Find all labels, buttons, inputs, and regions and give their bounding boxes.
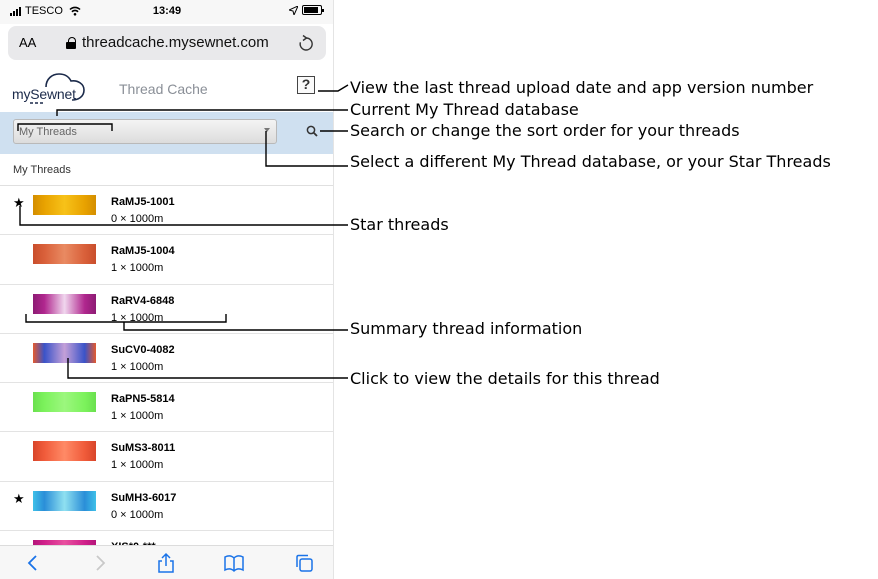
thread-swatch[interactable]: [33, 392, 96, 413]
battery-icon: [302, 5, 324, 15]
mysewnet-logo: mySewnet: [8, 70, 96, 106]
lock-icon: [66, 36, 76, 49]
thread-swatch[interactable]: [33, 342, 96, 363]
thread-swatch[interactable]: [33, 490, 96, 511]
thread-code: RaRV4-6848: [111, 294, 175, 307]
text-size-button[interactable]: AA: [19, 35, 36, 50]
thread-summary: 1 × 1000m: [111, 262, 164, 275]
page-title: Thread Cache: [119, 81, 208, 97]
thread-row[interactable]: RaMJ5-1004 1 × 1000m: [0, 235, 333, 285]
database-bar: My Threads: [0, 112, 333, 154]
thread-summary: 0 × 1000m: [111, 213, 164, 225]
thread-row[interactable]: ★ SuMH3-6017 0 × 1000m: [0, 482, 333, 532]
star-icon[interactable]: ★: [13, 195, 25, 211]
database-select[interactable]: My Threads: [13, 119, 277, 144]
thread-row[interactable]: RaRV4-6848 1 × 1000m: [0, 285, 333, 334]
back-chevron-icon[interactable]: [22, 552, 44, 574]
thread-row[interactable]: ★ RaMJ5-1001 0 × 1000m: [0, 186, 333, 236]
callout-summary-info: Summary thread information: [350, 319, 583, 338]
thread-code: SuMH3-6017: [111, 491, 177, 504]
callout-current-db: Current My Thread database: [350, 100, 579, 119]
forward-chevron-icon[interactable]: [89, 552, 111, 574]
thread-summary: 0 × 1000m: [111, 508, 164, 521]
star-icon[interactable]: ★: [13, 491, 25, 507]
thread-swatch[interactable]: [33, 244, 96, 265]
thread-summary: 1 × 1000m: [111, 459, 164, 472]
thread-summary: 1 × 1000m: [111, 311, 164, 324]
url-text: threadcache.mysewnet.com: [82, 34, 269, 51]
thread-code: RaMJ5-1004: [111, 245, 175, 258]
database-select-value: My Threads: [19, 126, 77, 138]
thread-summary: 1 × 1000m: [111, 360, 164, 373]
chevron-down-icon: [264, 128, 270, 132]
thread-list: ★ RaMJ5-1001 0 × 1000m RaMJ5-1004 1 × 1000m R…: [0, 186, 333, 561]
thread-code: SuCV0-4082: [111, 343, 175, 356]
thread-swatch[interactable]: [33, 293, 96, 314]
bookmarks-icon[interactable]: [223, 552, 245, 574]
tabs-icon[interactable]: [293, 552, 315, 574]
location-arrow-icon: [289, 5, 298, 15]
share-icon[interactable]: [155, 552, 177, 574]
thread-row[interactable]: SuCV0-4082 1 × 1000m: [0, 334, 333, 384]
reload-icon[interactable]: [298, 34, 314, 52]
callout-thread-details: Click to view the details for this threa…: [350, 369, 660, 388]
logo-text: mySewnet: [12, 86, 76, 102]
thread-swatch[interactable]: [33, 195, 96, 215]
thread-swatch[interactable]: [33, 441, 96, 462]
address-bar[interactable]: AA threadcache.mysewnet.com: [8, 26, 326, 60]
callout-help-info: View the last thread upload date and app…: [350, 78, 814, 97]
url-field[interactable]: threadcache.mysewnet.com: [66, 34, 269, 51]
callout-star-threads: Star threads: [350, 215, 449, 234]
browser-toolbar: [0, 545, 333, 579]
thread-code: RaMJ5-1001: [111, 196, 175, 208]
status-right: [289, 5, 324, 15]
phone-screen: TESCO 13:49 AA threadcache.mysewnet.com: [0, 0, 334, 579]
help-icon[interactable]: ?: [297, 76, 315, 94]
thread-row[interactable]: RaPN5-5814 1 × 1000m: [0, 383, 333, 433]
thread-summary: 1 × 1000m: [111, 410, 164, 423]
status-bar: TESCO 13:49: [0, 0, 333, 24]
callout-search: Search or change the sort order for your…: [350, 121, 740, 140]
list-header: My Threads: [0, 154, 333, 186]
callout-select-db: Select a different My Thread database, o…: [350, 152, 831, 171]
thread-row[interactable]: SuMS3-8011 1 × 1000m: [0, 432, 333, 482]
search-icon[interactable]: [306, 125, 318, 137]
thread-code: SuMS3-8011: [111, 442, 176, 455]
thread-code: RaPN5-5814: [111, 393, 175, 406]
clock: 13:49: [152, 5, 182, 17]
app-header: mySewnet Thread Cache ?: [0, 68, 333, 112]
